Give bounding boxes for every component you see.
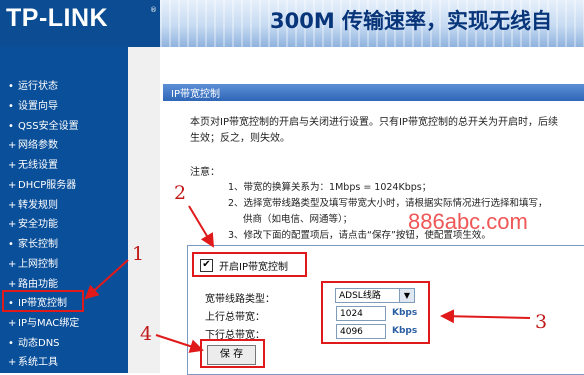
annotation-number-2: 2 (174, 182, 187, 204)
arrow-2 (188, 205, 215, 248)
annotation-number-1: 1 (132, 243, 145, 265)
arrow-1 (84, 259, 129, 300)
arrow-4 (155, 334, 204, 353)
annotation-number-3: 3 (535, 311, 548, 333)
annotation-number-4: 4 (140, 323, 153, 345)
arrow-3 (440, 309, 531, 324)
annotation-arrows (84, 205, 531, 353)
